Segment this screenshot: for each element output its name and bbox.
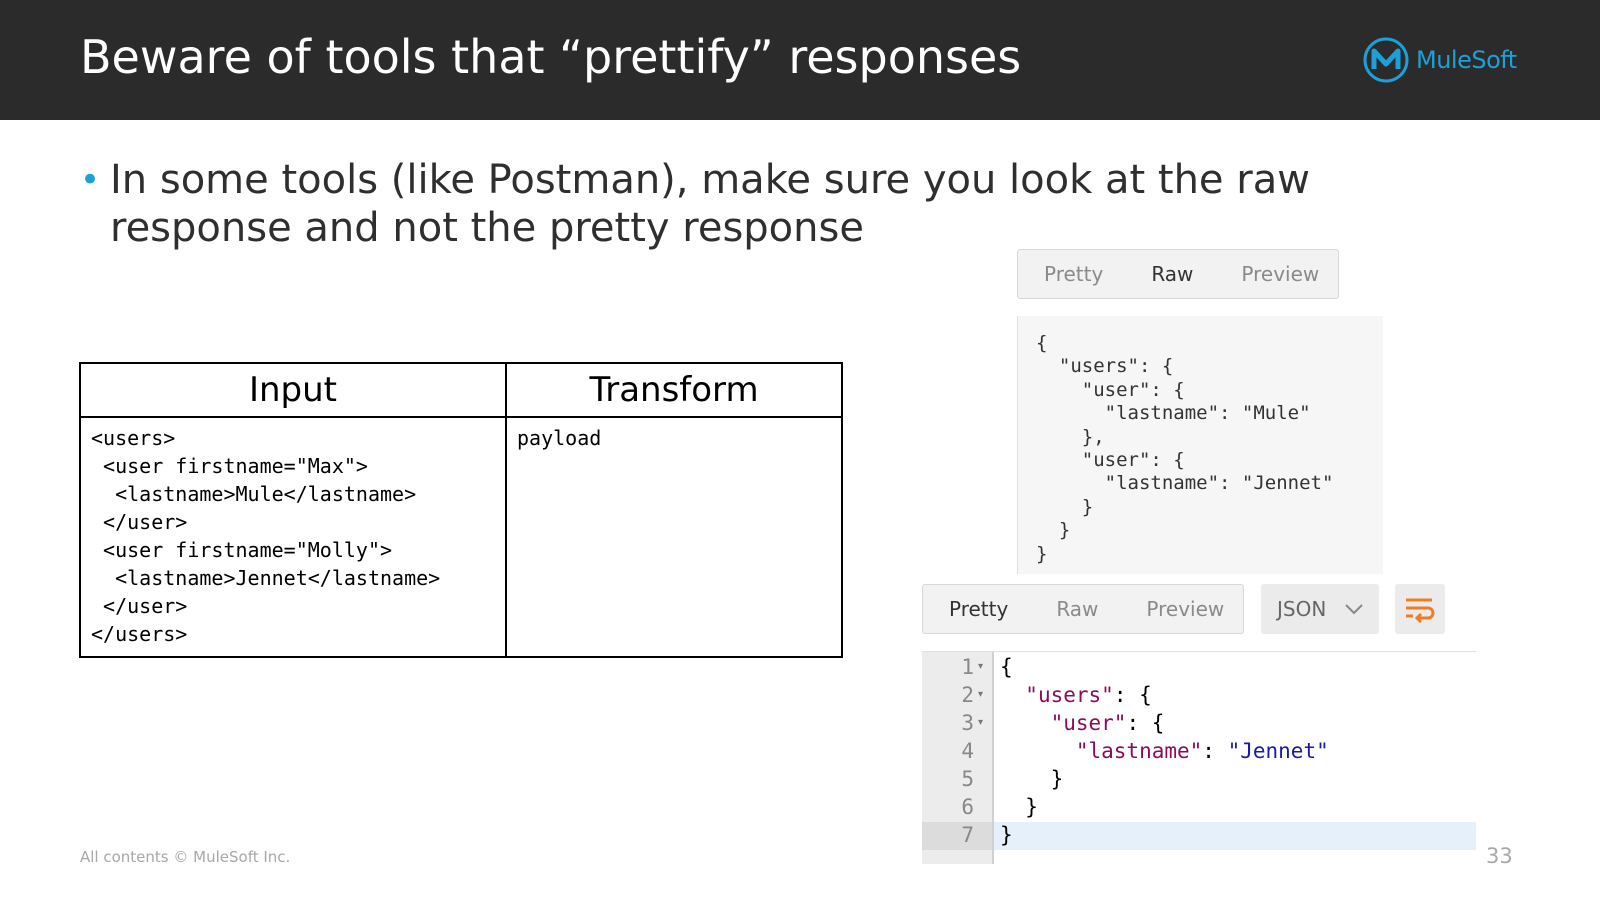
raw-view-tabs: Pretty Raw Preview <box>1017 249 1339 299</box>
tab-preview[interactable]: Preview <box>1241 262 1319 286</box>
code-key: "users" <box>1025 683 1114 707</box>
fold-arrow-icon[interactable]: ▾ <box>978 681 983 709</box>
line-number: 7 <box>961 823 974 847</box>
raw-response-body: { "users": { "user": { "lastname": "Mule… <box>1017 316 1383 574</box>
tab-raw[interactable]: Raw <box>1056 597 1098 621</box>
code-sep: : <box>1202 739 1228 763</box>
bullet-text: In some tools (like Postman), make sure … <box>110 157 1310 251</box>
code-line: "lastname": "Jennet" <box>1000 737 1329 765</box>
mulesoft-logo: MuleSoft <box>1362 36 1517 84</box>
wrap-lines-icon <box>1406 598 1435 623</box>
format-dropdown-value: JSON <box>1277 597 1327 621</box>
tab-preview[interactable]: Preview <box>1146 597 1224 621</box>
tab-pretty[interactable]: Pretty <box>1044 262 1103 286</box>
footer-copyright: All contents © MuleSoft Inc. <box>80 848 291 866</box>
code-sep: : <box>1113 683 1140 707</box>
mulesoft-logo-icon <box>1363 37 1409 83</box>
code-punct: { <box>1151 711 1165 735</box>
tab-raw[interactable]: Raw <box>1151 262 1193 286</box>
logo-wordmark: MuleSoft <box>1416 46 1517 74</box>
input-transform-table: Input Transform <users> <user firstname=… <box>79 362 843 658</box>
code-key: "lastname" <box>1075 739 1203 763</box>
slide-title: Beware of tools that “prettify” response… <box>80 30 1022 84</box>
transform-header: Transform <box>505 362 843 418</box>
slide-header: Beware of tools that “prettify” response… <box>0 0 1600 120</box>
fold-arrow-icon[interactable]: ▾ <box>978 653 983 681</box>
bullet-point: • In some tools (like Postman), make sur… <box>80 156 1380 252</box>
code-punct: } <box>1050 767 1064 791</box>
code-line: "users": { <box>1000 681 1152 709</box>
code-sep: : <box>1126 711 1152 735</box>
code-line: { <box>1000 653 1013 681</box>
pretty-view-tabs: Pretty Raw Preview <box>922 584 1244 634</box>
code-line: } <box>1000 793 1038 821</box>
line-number: 3 <box>961 711 974 735</box>
code-punct: } <box>1025 795 1038 819</box>
code-punct: } <box>1000 823 1013 847</box>
input-code: <users> <user firstname="Max"> <lastname… <box>79 416 507 658</box>
code-punct: { <box>1139 683 1152 707</box>
code-line: } <box>1000 765 1064 793</box>
code-line: } <box>1000 821 1013 849</box>
line-number: 5 <box>961 767 974 791</box>
wrap-lines-button[interactable] <box>1395 584 1445 634</box>
code-value: "Jennet" <box>1227 739 1329 763</box>
code-punct: { <box>1000 655 1013 679</box>
line-number: 4 <box>961 739 974 763</box>
page-number: 33 <box>1486 844 1513 868</box>
code-line: "user": { <box>1000 709 1165 737</box>
input-header: Input <box>79 362 507 418</box>
bullet-icon: • <box>80 160 101 200</box>
fold-arrow-icon[interactable]: ▾ <box>978 709 983 737</box>
line-number: 2 <box>961 683 974 707</box>
format-dropdown[interactable]: JSON <box>1261 584 1379 634</box>
tab-pretty[interactable]: Pretty <box>949 597 1008 621</box>
code-key: "user" <box>1050 711 1127 735</box>
chevron-down-icon <box>1345 604 1364 615</box>
line-number: 1 <box>961 655 974 679</box>
line-number: 6 <box>961 795 974 819</box>
pretty-response-editor[interactable]: 1 ▾ 2 ▾ 3 ▾ 4 5 6 7 { "users": { "user": { "lastn… <box>922 651 1476 864</box>
transform-code: payload <box>505 416 843 658</box>
